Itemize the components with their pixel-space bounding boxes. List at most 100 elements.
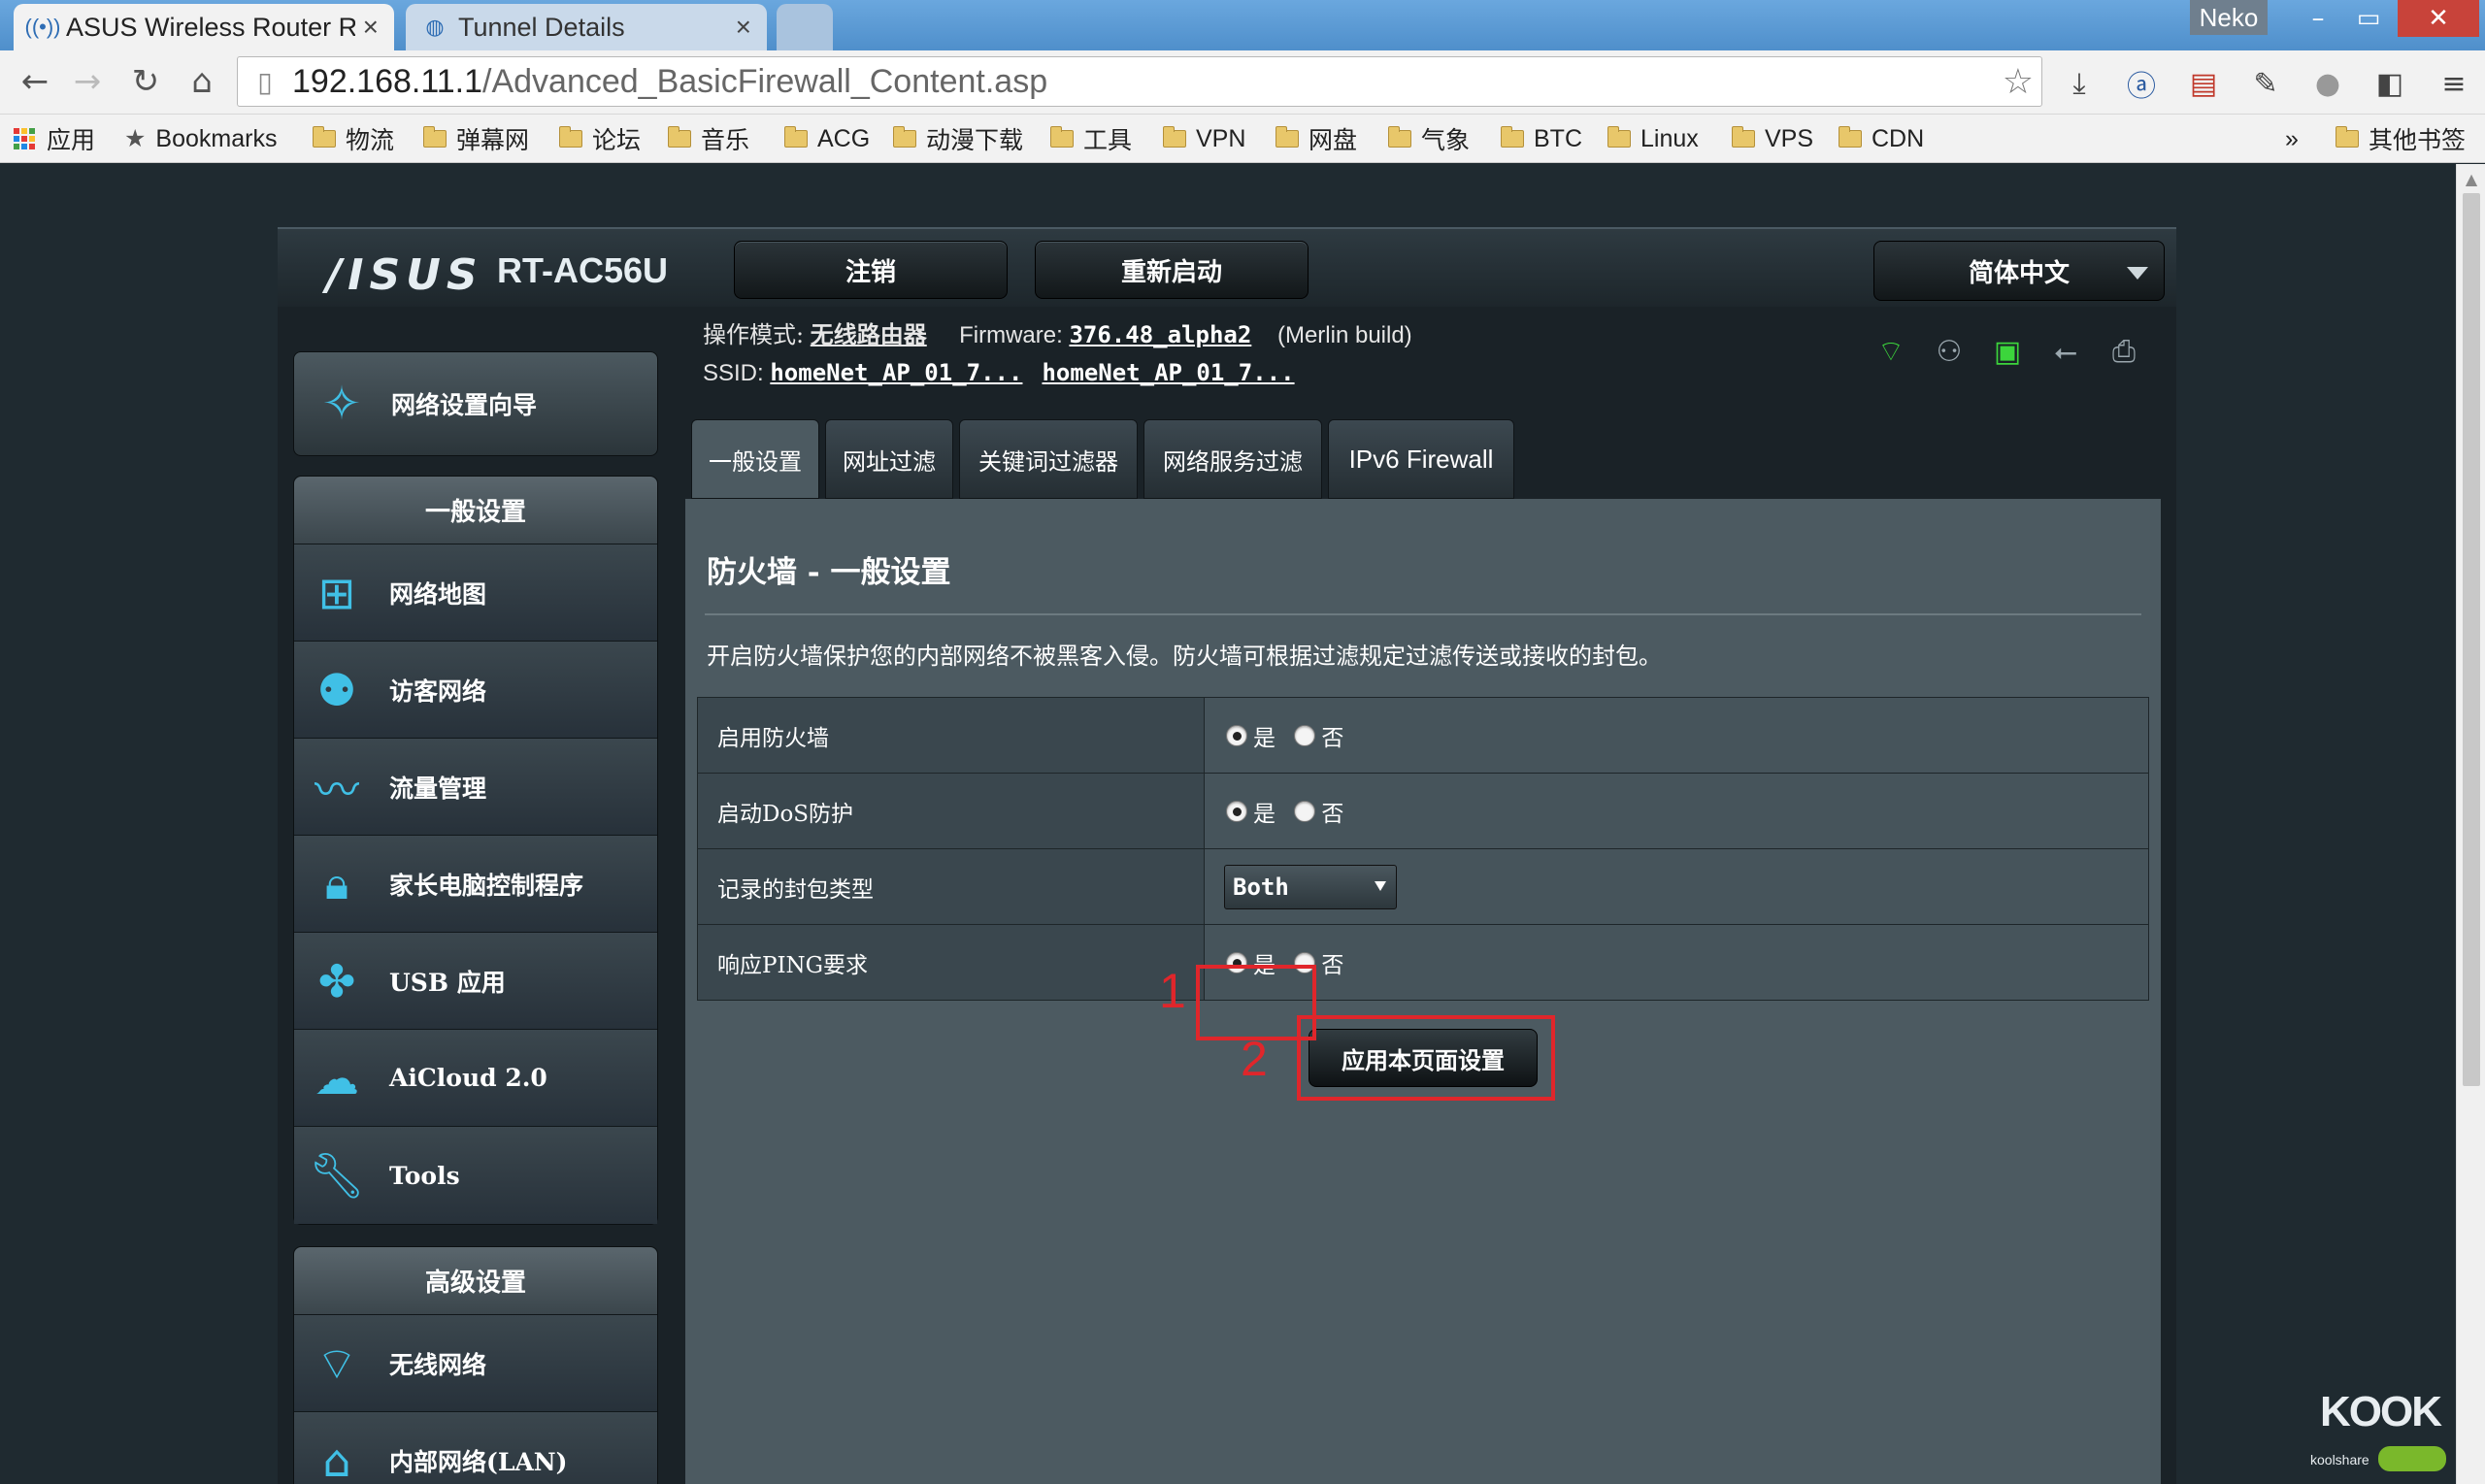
extension-notes-icon[interactable]: ✎: [2244, 62, 2287, 105]
op-mode-label: 操作模式:: [703, 321, 805, 348]
extension-circle-icon[interactable]: ●: [2306, 62, 2349, 105]
sidebar-general-section: 一般设置 ⊞ 网络地图 ⚉ 访客网络 〰 流量管理 🔒︎ 家长电脑控制程序 ✤ …: [293, 476, 658, 1225]
sidebar-general-header: 一般设置: [294, 477, 657, 544]
home-icon[interactable]: ⌂: [179, 58, 225, 105]
tab-general[interactable]: 一般设置: [691, 419, 819, 499]
maximize-icon[interactable]: ▭: [2343, 0, 2394, 37]
sidebar-item-usb-app[interactable]: ✤ USB 应用: [294, 933, 657, 1030]
ssid-link[interactable]: homeNet_AP_01_7...: [1042, 359, 1294, 386]
bookmark-folder[interactable]: VPS: [1732, 122, 1813, 155]
firmware-link[interactable]: 376.48_alpha2: [1069, 321, 1251, 348]
sidebar-item-aicloud[interactable]: ☁ AiCloud 2.0: [294, 1030, 657, 1127]
menu-icon[interactable]: ≡: [2433, 62, 2475, 105]
bookmarks-overflow-button[interactable]: »: [2285, 122, 2299, 155]
logout-button[interactable]: 注销: [734, 241, 1008, 299]
bookmark-star-icon[interactable]: ☆: [2003, 62, 2034, 102]
bookmark-folder[interactable]: 音乐: [668, 122, 749, 155]
browser-tab-strip: ((•)) ASUS Wireless Router R × ◍ Tunnel …: [0, 0, 2485, 50]
network-map-icon: ⊞: [317, 566, 356, 619]
ssid-link[interactable]: homeNet_AP_01_7...: [770, 359, 1022, 386]
close-icon[interactable]: ×: [363, 12, 379, 43]
bookmark-folder[interactable]: 弹幕网: [423, 122, 529, 155]
op-mode-link[interactable]: 无线路由器: [811, 320, 927, 348]
tab-url-filter[interactable]: 网址过滤: [825, 419, 953, 499]
bookmarks-bar: 应用 ★ Bookmarks 物流 弹幕网 论坛 音乐 ACG 动漫下载 工具 V…: [0, 115, 2485, 163]
watermark-badge-icon: [2378, 1446, 2446, 1471]
bookmark-folder[interactable]: 论坛: [559, 122, 641, 155]
close-window-icon[interactable]: ✕: [2398, 0, 2479, 37]
sidebar-item-setup-wizard[interactable]: ✧ 网络设置向导: [293, 351, 658, 456]
sidebar-item-guest-network[interactable]: ⚉ 访客网络: [294, 642, 657, 739]
printer-status-icon[interactable]: ⎙: [2103, 332, 2145, 371]
download-icon[interactable]: ⤓: [2058, 62, 2101, 105]
wifi-status-icon[interactable]: ⌔: [1870, 332, 1912, 371]
sidebar-item-network-map[interactable]: ⊞ 网络地图: [294, 544, 657, 642]
close-icon[interactable]: ×: [736, 12, 751, 43]
enable-firewall-yes-radio[interactable]: 是: [1226, 719, 1276, 752]
radio-selected-icon: [1226, 724, 1247, 746]
bookmark-folder[interactable]: BTC: [1501, 122, 1582, 155]
firmware-note: (Merlin build): [1276, 322, 1412, 348]
sidebar-item-parental-control[interactable]: 🔒︎ 家长电脑控制程序: [294, 836, 657, 933]
bookmark-folder[interactable]: ACG: [784, 122, 870, 155]
network-status-icon[interactable]: ▣: [1986, 332, 2029, 371]
back-icon[interactable]: ←: [12, 58, 58, 105]
extension-mail-icon[interactable]: ▤: [2182, 62, 2225, 105]
bookmark-folder[interactable]: 气象: [1388, 122, 1470, 155]
extension-reader-icon[interactable]: ◧: [2369, 62, 2411, 105]
tab-service-filter[interactable]: 网络服务过滤: [1143, 419, 1322, 499]
bookmark-folder[interactable]: Linux: [1607, 122, 1699, 155]
usb-status-icon[interactable]: ⭠: [2044, 332, 2087, 371]
router-model: RT-AC56U: [497, 250, 669, 290]
folder-icon: [313, 126, 336, 148]
bookmark-folder[interactable]: 动漫下载: [893, 122, 1023, 155]
folder-icon: [559, 126, 582, 148]
forward-icon[interactable]: →: [64, 58, 111, 105]
bookmarks-item[interactable]: ★ Bookmarks: [124, 122, 277, 155]
address-bar[interactable]: ▯ 192.168.11.1/Advanced_BasicFirewall_Co…: [237, 56, 2042, 107]
bookmark-folder[interactable]: 物流: [313, 122, 394, 155]
dos-protection-no-radio[interactable]: 否: [1294, 795, 1343, 828]
user-profile-badge[interactable]: Neko: [2190, 0, 2268, 35]
tab-tunnel-details[interactable]: ◍ Tunnel Details ×: [406, 4, 767, 50]
radio-icon: [1294, 800, 1316, 822]
table-row: 响应PING要求 是 否: [697, 924, 2149, 1001]
minimize-icon[interactable]: –: [2293, 0, 2343, 37]
sidebar-item-lan[interactable]: ⌂ 内部网络(LAN): [294, 1412, 657, 1484]
apps-bookmark[interactable]: 应用: [14, 122, 95, 155]
star-icon: ★: [124, 125, 147, 152]
scrollbar-thumb[interactable]: [2463, 193, 2480, 1086]
language-select[interactable]: 简体中文: [1873, 241, 2165, 301]
log-packet-type-select[interactable]: Both: [1224, 864, 1397, 909]
other-bookmarks[interactable]: 其他书签: [2336, 122, 2466, 155]
page-scrollbar[interactable]: ▲: [2456, 164, 2485, 1484]
bookmark-folder[interactable]: VPN: [1163, 122, 1245, 155]
page-description: 开启防火墙保护您的内部网络不被黑客入侵。防火墙可根据过滤规定过滤传送或接收的封包…: [707, 643, 1662, 670]
sidebar-item-tools[interactable]: 🔧︎ Tools: [294, 1127, 657, 1224]
scroll-up-icon[interactable]: ▲: [2457, 170, 2485, 189]
extension-translate-icon[interactable]: ⓐ: [2120, 62, 2163, 105]
reboot-button[interactable]: 重新启动: [1035, 241, 1309, 299]
sidebar-item-wireless[interactable]: ⌔ 无线网络: [294, 1315, 657, 1412]
folder-icon: [784, 126, 808, 148]
bookmark-folder[interactable]: 网盘: [1276, 122, 1357, 155]
sidebar-item-traffic-manager[interactable]: 〰 流量管理: [294, 739, 657, 836]
clients-status-icon[interactable]: ⚇: [1928, 332, 1971, 371]
dos-protection-yes-radio[interactable]: 是: [1226, 795, 1276, 828]
tab-title: ASUS Wireless Router R: [66, 12, 355, 42]
lock-icon: 🔒︎: [324, 856, 349, 909]
tab-asus-router[interactable]: ((•)) ASUS Wireless Router R ×: [14, 4, 394, 50]
tab-keyword-filter[interactable]: 关键词过滤器: [959, 419, 1138, 499]
new-tab-button[interactable]: [777, 4, 833, 50]
reload-icon[interactable]: ↻: [122, 58, 169, 105]
folder-icon: [668, 126, 691, 148]
bookmark-folder[interactable]: 工具: [1050, 122, 1132, 155]
router-page: /ISUS RT-AC56U 注销 重新启动 简体中文 操作模式: 无线路由器 …: [278, 227, 2176, 1484]
enable-firewall-no-radio[interactable]: 否: [1294, 719, 1343, 752]
page-viewport: /ISUS RT-AC56U 注销 重新启动 简体中文 操作模式: 无线路由器 …: [0, 164, 2456, 1484]
bookmark-folder[interactable]: CDN: [1839, 122, 1924, 155]
tab-ipv6-firewall[interactable]: IPv6 Firewall: [1328, 419, 1514, 499]
radio-icon: [1294, 724, 1316, 746]
setting-label: 启用防火墙: [697, 697, 1205, 774]
watermark-logo: KOOK koolshare: [2310, 1388, 2456, 1480]
